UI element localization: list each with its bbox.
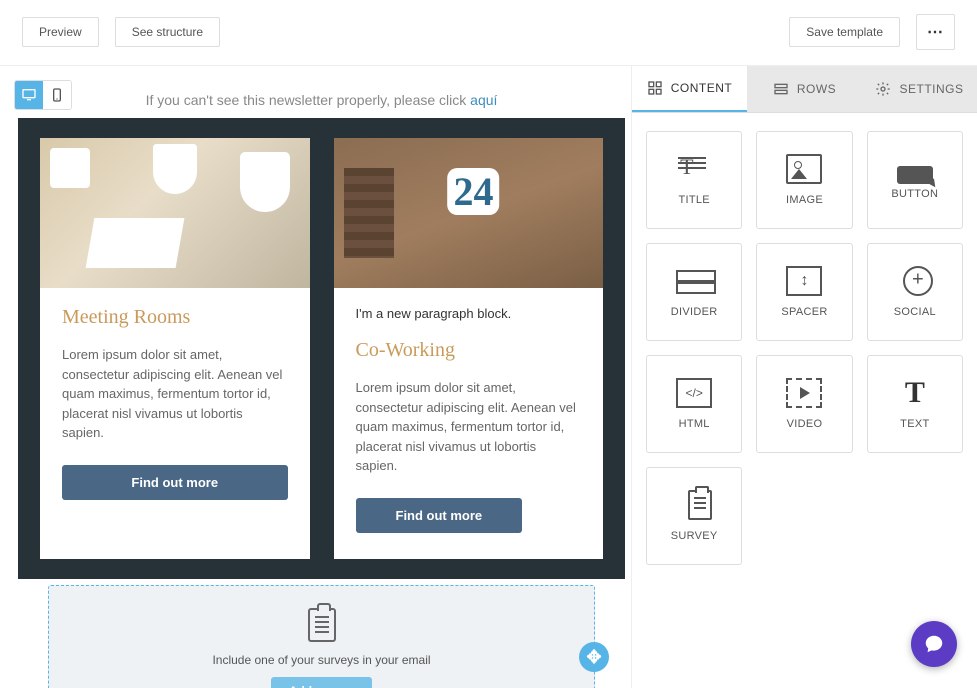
tile-label: SOCIAL (894, 306, 936, 318)
text-icon (897, 378, 933, 408)
tile-label: DIVIDER (671, 306, 718, 318)
tile-label: SPACER (781, 306, 827, 318)
find-out-more-button[interactable]: Find out more (356, 498, 523, 533)
survey-icon (688, 490, 712, 520)
mobile-view-button[interactable] (43, 81, 71, 109)
help-chat-button[interactable] (911, 621, 957, 667)
tile-video[interactable]: VIDEO (756, 355, 852, 453)
dropzone-wrap: Include one of your surveys in your emai… (48, 585, 595, 688)
tab-settings[interactable]: SETTINGS (862, 66, 977, 112)
tile-text[interactable]: TEXT (867, 355, 963, 453)
two-column-row: Meeting Rooms Lorem ipsum dolor sit amet… (40, 138, 603, 559)
rows-icon (773, 81, 789, 97)
gear-icon (875, 81, 891, 97)
desktop-view-button[interactable] (15, 81, 43, 109)
tile-label: TEXT (900, 418, 929, 430)
see-structure-button[interactable]: See structure (115, 17, 220, 47)
more-options-button[interactable]: ⋯ (916, 14, 955, 50)
video-icon (786, 378, 822, 408)
dropzone-text: Include one of your surveys in your emai… (69, 653, 574, 667)
tab-rows[interactable]: ROWS (747, 66, 862, 112)
card-intro-paragraph: I'm a new paragraph block. (356, 306, 582, 321)
tile-divider[interactable]: DIVIDER (646, 243, 742, 341)
find-out-more-button[interactable]: Find out more (62, 465, 288, 500)
sidebar-tabs: CONTENT ROWS SETTINGS (632, 66, 977, 113)
card-image-flatlay (334, 138, 604, 288)
content-tiles-grid: TITLE IMAGE BUTTON DIVIDER SPACER SOCIAL (632, 113, 977, 583)
tile-image[interactable]: IMAGE (756, 131, 852, 229)
card-paragraph: Lorem ipsum dolor sit amet, consectetur … (356, 378, 582, 476)
card-body: Meeting Rooms Lorem ipsum dolor sit amet… (40, 288, 310, 526)
chair-shape (240, 152, 290, 212)
tile-html[interactable]: HTML (646, 355, 742, 453)
email-canvas[interactable]: Meeting Rooms Lorem ipsum dolor sit amet… (18, 118, 625, 579)
mobile-icon (49, 87, 65, 103)
html-icon (676, 378, 712, 408)
survey-dropzone[interactable]: Include one of your surveys in your emai… (48, 585, 595, 688)
tile-survey[interactable]: SURVEY (646, 467, 742, 565)
editor-scroll: If you can't see this newsletter properl… (0, 66, 631, 688)
chat-icon (923, 633, 945, 655)
save-template-button[interactable]: Save template (789, 17, 900, 47)
tab-label: ROWS (797, 82, 836, 96)
tile-spacer[interactable]: SPACER (756, 243, 852, 341)
preview-button[interactable]: Preview (22, 17, 99, 47)
top-bar: Preview See structure Save template ⋯ (0, 0, 977, 65)
card-body: I'm a new paragraph block. Co-Working Lo… (334, 288, 604, 559)
clipboard-icon (308, 608, 336, 642)
spacer-icon (786, 266, 822, 296)
move-handle[interactable] (579, 642, 609, 672)
card-meeting-rooms[interactable]: Meeting Rooms Lorem ipsum dolor sit amet… (40, 138, 310, 559)
button-icon (897, 166, 933, 184)
device-toggle (14, 80, 72, 110)
desktop-icon (21, 87, 37, 103)
tile-social[interactable]: SOCIAL (867, 243, 963, 341)
card-image-desk (40, 138, 310, 288)
preview-text: If you can't see this newsletter properl… (18, 84, 625, 108)
main-split: If you can't see this newsletter properl… (0, 65, 977, 688)
title-icon (676, 154, 712, 184)
tile-label: VIDEO (787, 418, 823, 430)
tile-title[interactable]: TITLE (646, 131, 742, 229)
tab-content[interactable]: CONTENT (632, 66, 747, 112)
divider-icon (676, 266, 712, 296)
tile-label: SURVEY (671, 530, 718, 542)
side-panel: CONTENT ROWS SETTINGS TITLE IMAGE (632, 66, 977, 688)
tile-label: TITLE (678, 194, 709, 206)
tile-label: IMAGE (786, 194, 823, 206)
preview-text-prefix: If you can't see this newsletter properl… (146, 92, 471, 108)
editor-pane[interactable]: If you can't see this newsletter properl… (0, 66, 632, 688)
image-icon (786, 154, 822, 184)
card-paragraph: Lorem ipsum dolor sit amet, consectetur … (62, 345, 288, 443)
chair-shape (153, 144, 197, 194)
card-title: Co-Working (356, 339, 582, 362)
card-co-working[interactable]: I'm a new paragraph block. Co-Working Lo… (334, 138, 604, 559)
card-title: Meeting Rooms (62, 306, 288, 329)
top-right-group: Save template ⋯ (789, 14, 955, 50)
tab-label: CONTENT (671, 81, 733, 95)
add-survey-button[interactable]: Add survey (271, 677, 372, 688)
tile-label: HTML (679, 418, 710, 430)
social-icon (903, 266, 933, 296)
grid-icon (647, 80, 663, 96)
preview-text-link[interactable]: aquí (470, 92, 497, 108)
top-left-group: Preview See structure (22, 17, 220, 47)
tab-label: SETTINGS (899, 82, 963, 96)
tile-button[interactable]: BUTTON (867, 131, 963, 229)
